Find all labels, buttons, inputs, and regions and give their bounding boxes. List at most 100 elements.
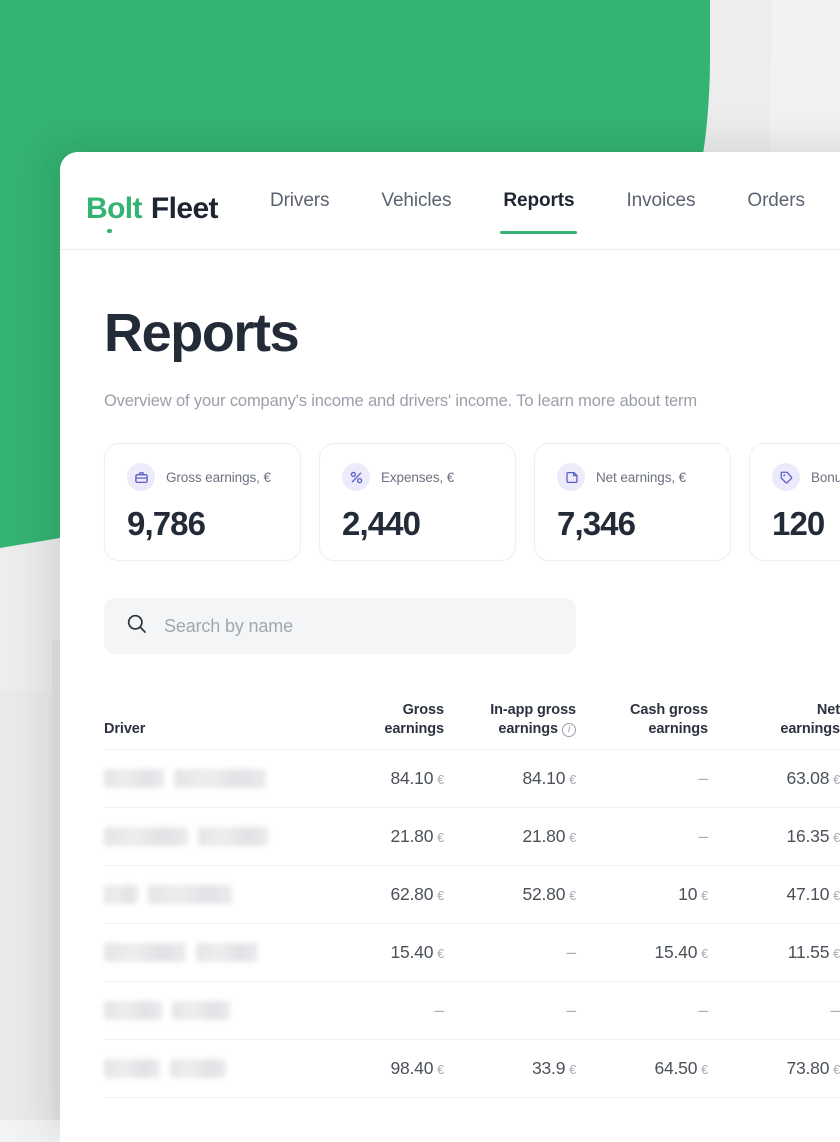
currency-symbol: €	[833, 889, 840, 903]
table-cell-net: –	[722, 1000, 840, 1021]
table-cell-net: 16.35€	[722, 826, 840, 847]
currency-symbol: €	[437, 947, 444, 961]
redacted-driver-name	[198, 827, 268, 846]
currency-symbol: €	[701, 1063, 708, 1077]
table-row[interactable]: ––––	[104, 982, 840, 1040]
briefcase-icon	[127, 463, 155, 491]
app-window: Bolt Fleet Drivers Vehicles Reports Invoice…	[60, 152, 840, 1142]
table-cell-value: 73.80	[786, 1058, 829, 1078]
stat-card-row: Gross earnings, €9,786 Expenses, € 2,440 Ne…	[104, 443, 840, 561]
redacted-driver-name	[172, 1001, 230, 1020]
table-row[interactable]: 84.10€84.10€–63.08€	[104, 750, 840, 808]
table-cell-value: –	[830, 1000, 840, 1020]
currency-symbol: €	[437, 831, 444, 845]
bolt-fleet-logo[interactable]: Bolt Fleet	[86, 192, 218, 226]
stat-card-percent[interactable]: Expenses, € 2,440	[319, 443, 516, 561]
currency-symbol: €	[437, 1063, 444, 1077]
currency-symbol: €	[833, 947, 840, 961]
table-cell-inapp: 21.80€	[458, 826, 590, 847]
table-cell-value: 21.80	[390, 826, 433, 846]
table-cell-gross: 84.10€	[326, 768, 458, 789]
currency-symbol: €	[437, 889, 444, 903]
table-cell-driver	[104, 1059, 326, 1078]
table-header-inapp[interactable]: In-app gross earningsi	[458, 701, 590, 740]
table-row[interactable]: 15.40€–15.40€11.55€	[104, 924, 840, 982]
redacted-driver-name	[104, 827, 188, 846]
table-cell-net: 73.80€	[722, 1058, 840, 1079]
search-placeholder: Search by name	[164, 616, 293, 637]
table-cell-value: 64.50	[654, 1058, 697, 1078]
logo-fleet-text: Fleet	[151, 192, 218, 226]
table-header-driver[interactable]: Driver	[104, 720, 326, 740]
currency-symbol: €	[701, 947, 708, 961]
table-cell-value: 15.40	[654, 942, 697, 962]
stat-card-document[interactable]: Net earnings, €7,346	[534, 443, 731, 561]
table-cell-cash: –	[590, 1000, 722, 1021]
nav-tab-invoices[interactable]: Invoices	[626, 190, 695, 234]
table-header-line1: Driver	[104, 721, 145, 737]
table-cell-driver	[104, 885, 326, 904]
nav-tab-label: Invoices	[626, 190, 695, 211]
table-header-line2: earnings	[722, 720, 840, 740]
table-header-line2: earningsi	[458, 720, 576, 740]
stat-card-value: 2,440	[342, 505, 515, 543]
search-icon	[126, 613, 148, 640]
stat-card-label: Bonuses	[811, 470, 840, 485]
table-cell-net: 11.55€	[722, 942, 840, 963]
reports-table: DriverGrossearningsIn-app grossearningsi…	[104, 688, 840, 1098]
table-header-net[interactable]: Netearnings	[722, 701, 840, 740]
table-cell-inapp: –	[458, 1000, 590, 1021]
stat-card-briefcase[interactable]: Gross earnings, €9,786	[104, 443, 301, 561]
table-cell-value: 52.80	[522, 884, 565, 904]
stat-card-value: 120	[772, 505, 840, 543]
nav-tab-reports[interactable]: Reports	[503, 190, 574, 234]
page-content: Reports Overview of your company's incom…	[60, 302, 840, 1098]
nav-tab-label: Drivers	[270, 190, 329, 211]
stat-card-header: Bonuses	[772, 463, 840, 491]
redacted-driver-name	[104, 1001, 162, 1020]
redacted-driver-name	[104, 943, 186, 962]
nav-tab-drivers[interactable]: Drivers	[270, 190, 329, 234]
tag-icon	[772, 463, 800, 491]
currency-symbol: €	[833, 773, 840, 787]
table-header-line1: In-app gross	[490, 702, 576, 718]
currency-symbol: €	[437, 773, 444, 787]
nav-tab-vehicles[interactable]: Vehicles	[381, 190, 451, 234]
nav-tab-orders[interactable]: Orders	[747, 190, 804, 234]
redacted-driver-name	[104, 769, 164, 788]
logo-bolt-text: Bolt	[86, 192, 142, 226]
redacted-driver-name	[104, 885, 138, 904]
table-row[interactable]: 21.80€21.80€–16.35€	[104, 808, 840, 866]
stat-card-header: Expenses, €	[342, 463, 515, 491]
redacted-driver-name	[170, 1059, 226, 1078]
table-row[interactable]: 62.80€52.80€10€47.10€	[104, 866, 840, 924]
stat-card-tag[interactable]: Bonuses 120	[749, 443, 840, 561]
currency-symbol: €	[569, 1063, 576, 1077]
table-cell-value: 84.10	[522, 768, 565, 788]
table-cell-inapp: –	[458, 942, 590, 963]
table-cell-gross: 15.40 €	[326, 942, 458, 963]
nav-tab-label: Vehicles	[381, 190, 451, 211]
search-input[interactable]: Search by name	[104, 598, 576, 654]
logo-dot-icon	[107, 229, 112, 234]
table-cell-value: –	[566, 1000, 576, 1020]
table-cell-inapp: 33.9 €	[458, 1058, 590, 1079]
table-cell-value: 10	[678, 884, 697, 904]
stat-card-label: Net earnings, €	[596, 470, 686, 485]
table-header-row: DriverGrossearningsIn-app grossearningsi…	[104, 688, 840, 750]
table-header-line1: Cash gross	[630, 702, 708, 718]
table-cell-value: 15.40	[390, 942, 433, 962]
table-header-cash[interactable]: Cash grossearnings	[590, 701, 722, 740]
currency-symbol: €	[569, 831, 576, 845]
stat-card-label: Gross earnings, €	[166, 470, 271, 485]
document-icon	[557, 463, 585, 491]
page-title: Reports	[104, 302, 840, 364]
table-cell-driver	[104, 943, 326, 962]
table-cell-value: –	[698, 1000, 708, 1020]
table-header-gross[interactable]: Grossearnings	[326, 701, 458, 740]
table-cell-inapp: 52.80€	[458, 884, 590, 905]
stat-card-header: Gross earnings, €	[127, 463, 300, 491]
table-row[interactable]: 98.40€33.9€64.50€73.80€	[104, 1040, 840, 1098]
table-cell-value: 33.9	[532, 1058, 565, 1078]
info-icon[interactable]: i	[562, 723, 576, 737]
